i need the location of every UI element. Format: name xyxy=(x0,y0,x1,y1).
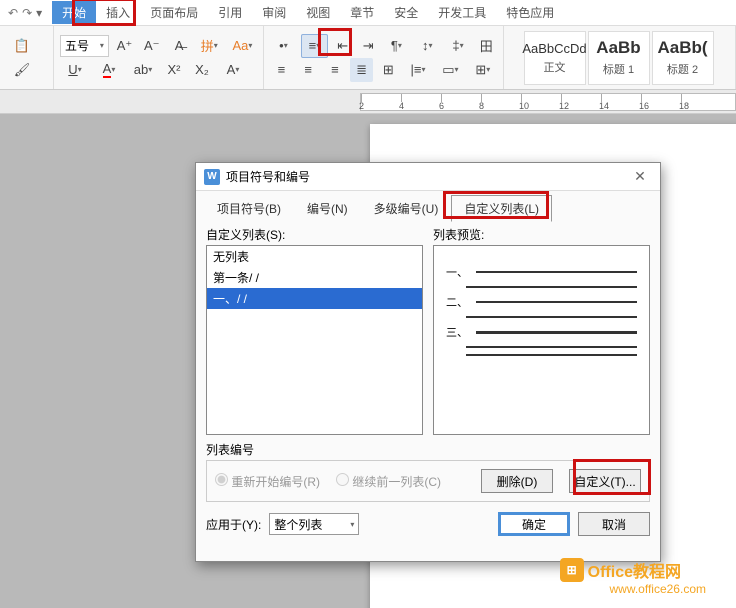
apply-to-value: 整个列表 xyxy=(274,516,322,533)
align-left-icon[interactable]: ≡ xyxy=(270,58,293,82)
watermark-brand: Office教程网 xyxy=(588,558,681,582)
superscript-icon[interactable]: X² xyxy=(162,58,186,82)
shading-icon[interactable]: ▭ ▾ xyxy=(436,58,464,82)
sort-icon[interactable]: ¶ ▾ xyxy=(383,34,410,58)
menu-tab-8[interactable]: 开发工具 xyxy=(428,1,496,24)
dialog-tab-0[interactable]: 项目符号(B) xyxy=(204,195,294,222)
style-preview: AaBb( xyxy=(657,38,707,58)
dialog-titlebar[interactable]: W 项目符号和编号 ✕ xyxy=(196,163,660,191)
indent-icon[interactable]: |≡ ▾ xyxy=(404,58,432,82)
style-label: 标题 2 xyxy=(667,61,698,77)
chevron-down-icon: ▾ xyxy=(350,520,354,529)
close-icon[interactable]: ✕ xyxy=(628,168,652,185)
grow-font-icon[interactable]: A⁺ xyxy=(113,34,136,58)
delete-button[interactable]: 删除(D) xyxy=(481,469,553,493)
menu-tab-7[interactable]: 安全 xyxy=(384,1,428,24)
redo-icon[interactable]: ↷ xyxy=(22,6,32,20)
menu-tab-5[interactable]: 视图 xyxy=(296,1,340,24)
menu-tab-6[interactable]: 章节 xyxy=(340,1,384,24)
numbering-fieldset-label: 列表编号 xyxy=(206,441,650,458)
dialog-tab-2[interactable]: 多级编号(U) xyxy=(361,195,452,222)
menu-tab-1[interactable]: 插入 xyxy=(96,1,140,24)
align-right-icon[interactable]: ≡ xyxy=(324,58,347,82)
style-heading1[interactable]: AaBb 标题 1 xyxy=(588,31,650,85)
dialog-tab-1[interactable]: 编号(N) xyxy=(294,195,361,222)
shrink-font-icon[interactable]: A⁻ xyxy=(140,34,163,58)
style-preview: AaBb xyxy=(596,38,640,58)
undo-icon[interactable]: ↶ xyxy=(8,6,18,20)
paste-icon[interactable]: 📋 xyxy=(10,34,34,58)
numbering-icon[interactable]: ≡ ▾ xyxy=(301,34,328,58)
ruler-area: 24681012141618 xyxy=(0,90,736,114)
preview-label: 列表预览: xyxy=(433,226,650,243)
font-color-icon[interactable]: A ▾ xyxy=(94,58,124,82)
dialog-tab-3[interactable]: 自定义列表(L) xyxy=(451,195,552,222)
list-item[interactable]: 一、/ / xyxy=(207,288,422,309)
menu-tab-2[interactable]: 页面布局 xyxy=(140,1,208,24)
text-effects-icon[interactable]: A ▾ xyxy=(218,58,248,82)
decrease-indent-icon[interactable]: ⇤ xyxy=(332,34,353,58)
ribbon: 📋 🖌 五号 ▾ A⁺ A⁻ A̶ 拼 ▾ Aa ▾ U ▾ A ▾ ab ▾ … xyxy=(0,26,736,90)
font-size-value: 五号 xyxy=(65,37,89,54)
custom-list-label: 自定义列表(S): xyxy=(206,226,423,243)
list-item[interactable]: 无列表 xyxy=(207,246,422,267)
increase-indent-icon[interactable]: ⇥ xyxy=(357,34,378,58)
radio-restart[interactable]: 重新开始编号(R) xyxy=(215,473,320,490)
format-painter-icon[interactable]: 🖌 xyxy=(10,58,34,82)
menu-tab-0[interactable]: 开始 xyxy=(52,1,96,24)
borders2-icon[interactable]: ⊞ ▾ xyxy=(469,58,497,82)
underline-icon[interactable]: U ▾ xyxy=(60,58,90,82)
custom-list-box[interactable]: 无列表第一条/ /一、/ / xyxy=(206,245,423,435)
menu-tab-9[interactable]: 特色应用 xyxy=(496,1,564,24)
style-heading2[interactable]: AaBb( 标题 2 xyxy=(652,31,714,85)
watermark-badge: ⊞ Office教程网 xyxy=(560,558,681,582)
wps-icon: W xyxy=(204,169,220,185)
numbering-fieldset: 重新开始编号(R) 继续前一列表(C) 删除(D) 自定义(T)... xyxy=(206,460,650,502)
distribute-icon[interactable]: ⊞ xyxy=(377,58,400,82)
menu-bar: ↶ ↷ ▾ 开始插入页面布局引用审阅视图章节安全开发工具特色应用 xyxy=(0,0,736,26)
menu-tab-3[interactable]: 引用 xyxy=(208,1,252,24)
subscript-icon[interactable]: X₂ xyxy=(190,58,214,82)
menu-tab-4[interactable]: 审阅 xyxy=(252,1,296,24)
list-preview-box: 一、 二、 三、 xyxy=(433,245,650,435)
borders-icon[interactable]: 田 xyxy=(475,34,496,58)
change-case-icon[interactable]: Aa ▾ xyxy=(228,34,257,58)
phonetic-guide-icon[interactable]: 拼 ▾ xyxy=(195,34,224,58)
highlight-icon[interactable]: ab ▾ xyxy=(128,58,158,82)
justify-icon[interactable]: ≣ xyxy=(350,58,373,82)
watermark-icon: ⊞ xyxy=(560,558,584,582)
cancel-button[interactable]: 取消 xyxy=(578,512,650,536)
align-center-icon[interactable]: ≡ xyxy=(297,58,320,82)
dialog-title: 项目符号和编号 xyxy=(226,168,628,185)
ok-button[interactable]: 确定 xyxy=(498,512,570,536)
horizontal-ruler[interactable]: 24681012141618 xyxy=(360,93,736,111)
bullets-icon[interactable]: • ▾ xyxy=(270,34,297,58)
line-spacing-icon[interactable]: ‡ ▾ xyxy=(445,34,472,58)
customize-button[interactable]: 自定义(T)... xyxy=(569,469,641,493)
clear-format-icon[interactable]: A̶ xyxy=(167,34,190,58)
watermark-url: www.office26.com xyxy=(610,582,707,596)
apply-to-label: 应用于(Y): xyxy=(206,516,261,533)
style-normal[interactable]: AaBbCcDd 正文 xyxy=(524,31,586,85)
style-label: 标题 1 xyxy=(603,61,634,77)
quick-access-toolbar: ↶ ↷ ▾ xyxy=(8,6,42,20)
bullets-numbering-dialog: W 项目符号和编号 ✕ 项目符号(B)编号(N)多级编号(U)自定义列表(L) … xyxy=(195,162,661,562)
text-direction-icon[interactable]: ↕ ▾ xyxy=(414,34,441,58)
font-size-selector[interactable]: 五号 ▾ xyxy=(60,35,109,57)
style-label: 正文 xyxy=(544,59,566,75)
style-preview: AaBbCcDd xyxy=(522,41,586,56)
apply-to-selector[interactable]: 整个列表 ▾ xyxy=(269,513,359,535)
chevron-down-icon: ▾ xyxy=(100,41,104,50)
list-item[interactable]: 第一条/ / xyxy=(207,267,422,288)
qat-dropdown-icon[interactable]: ▾ xyxy=(36,6,42,20)
radio-continue[interactable]: 继续前一列表(C) xyxy=(336,473,441,490)
